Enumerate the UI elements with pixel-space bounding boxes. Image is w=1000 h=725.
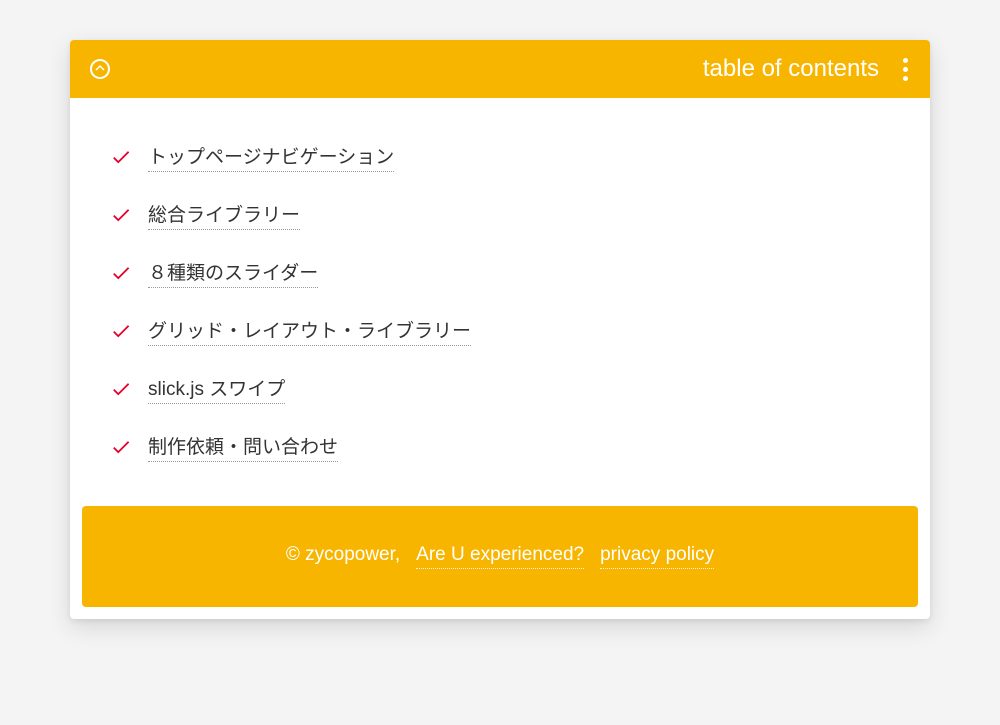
panel-footer: © zycopower, Are U experienced? privacy … — [82, 506, 918, 607]
toc-link[interactable]: 総合ライブラリー — [148, 200, 300, 230]
check-icon — [110, 320, 132, 342]
panel-title: table of contents — [703, 55, 879, 83]
toc-link[interactable]: ８種類のスライダー — [148, 258, 318, 288]
footer-link-experienced[interactable]: Are U experienced? — [416, 544, 584, 569]
check-icon — [110, 262, 132, 284]
collapse-icon[interactable] — [88, 57, 112, 81]
toc-item: slick.js スワイプ — [110, 360, 890, 418]
footer-copyright: © zycopower, — [286, 544, 400, 566]
toc-link[interactable]: グリッド・レイアウト・ライブラリー — [148, 316, 471, 346]
toc-item: ８種類のスライダー — [110, 244, 890, 302]
panel-header: table of contents — [70, 40, 930, 98]
check-icon — [110, 146, 132, 168]
toc-link[interactable]: 制作依頼・問い合わせ — [148, 432, 338, 462]
header-left — [88, 57, 112, 81]
check-icon — [110, 204, 132, 226]
footer-text: © zycopower, Are U experienced? privacy … — [286, 544, 714, 569]
card-panel: table of contents トップページナビゲーション 総合ライブラリー — [70, 40, 930, 619]
toc-item: グリッド・レイアウト・ライブラリー — [110, 302, 890, 360]
toc-item: 総合ライブラリー — [110, 186, 890, 244]
panel-content: トップページナビゲーション 総合ライブラリー ８種類のスライダー グリッド・レイ… — [70, 98, 930, 506]
footer-link-privacy[interactable]: privacy policy — [600, 544, 714, 569]
toc-link[interactable]: slick.js スワイプ — [148, 374, 285, 404]
toc-item: トップページナビゲーション — [110, 128, 890, 186]
toc-list: トップページナビゲーション 総合ライブラリー ８種類のスライダー グリッド・レイ… — [110, 128, 890, 476]
more-menu-icon[interactable] — [899, 54, 912, 85]
check-icon — [110, 378, 132, 400]
toc-item: 制作依頼・問い合わせ — [110, 418, 890, 476]
check-icon — [110, 436, 132, 458]
toc-link[interactable]: トップページナビゲーション — [148, 142, 394, 172]
